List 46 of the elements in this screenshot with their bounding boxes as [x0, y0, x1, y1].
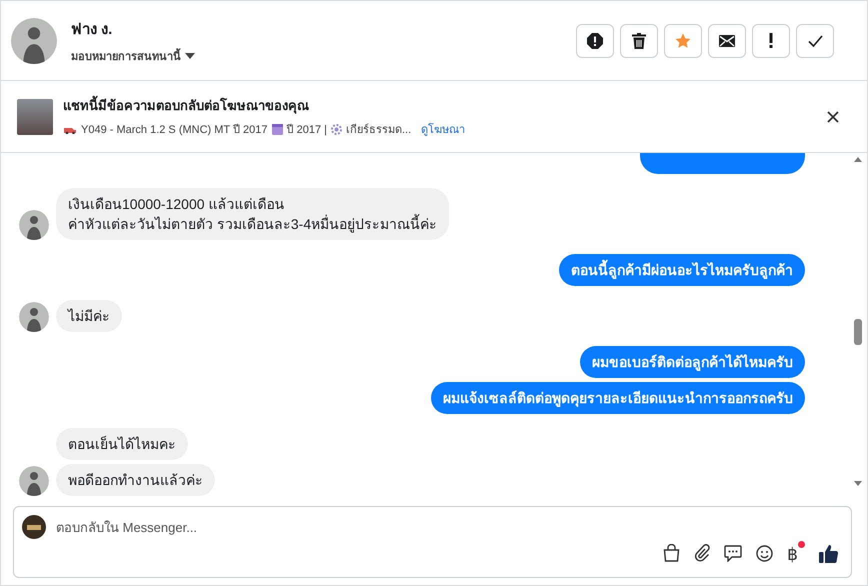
mark-unread-button[interactable]: [708, 24, 746, 58]
shop-button[interactable]: [663, 544, 680, 562]
message-bubble: ผมแจ้งเซลล์ติดต่อพูดคุยรายละเอียดแนะนำการออกรถครับ: [431, 382, 805, 414]
profile-avatar: [11, 18, 57, 64]
contact-name: ฟาง ง.: [71, 20, 114, 40]
message-bubble: ผมขอเบอร์ติดต่อลูกค้าได้ไหมครับ: [580, 346, 805, 378]
star-icon: [675, 32, 691, 48]
paperclip-icon: [694, 544, 710, 562]
thumbs-up-icon: [819, 544, 839, 562]
shopping-bag-icon: [663, 544, 680, 562]
like-button[interactable]: [819, 544, 839, 562]
gear-icon: [330, 124, 342, 134]
important-button[interactable]: [752, 24, 790, 58]
reply-input-field[interactable]: ตอบกลับใน Messenger...: [56, 520, 839, 534]
saved-replies-button[interactable]: [724, 544, 742, 562]
chat-bubble-icon: [724, 544, 742, 562]
ad-year-text: ปี 2017 |: [286, 122, 327, 138]
ad-reply-title: แชทนี้มีข้อความตอบกลับต่อโฆษณาของคุณ: [63, 95, 827, 116]
envelope-icon: [719, 34, 735, 46]
ad-gear-text: เกียร์ธรรมด...: [346, 122, 412, 138]
message-bubble: ไม่มีค่ะ: [56, 300, 122, 332]
message-bubble: ตอนเย็นได้ไหมคะ: [56, 428, 188, 460]
close-button[interactable]: [827, 110, 839, 122]
smiley-icon: [756, 544, 774, 562]
caret-icon: [185, 52, 195, 58]
calendar-icon: [272, 124, 283, 134]
done-button[interactable]: [796, 24, 834, 58]
attach-button[interactable]: [694, 544, 710, 562]
close-icon: [827, 110, 839, 122]
view-ad-link[interactable]: ดูโฆษณา: [421, 120, 466, 138]
emoji-button[interactable]: [756, 544, 774, 562]
message-bubble: พอดีออกทำงานแล้วค่ะ: [56, 464, 215, 496]
page-avatar: [22, 515, 46, 539]
delete-button[interactable]: [620, 24, 658, 58]
message-bubble: ตอนนี้ลูกค้ามีผ่อนอะไรไหมครับลูกค้า: [559, 254, 805, 286]
ad-photo-placeholder: [17, 98, 53, 134]
trash-icon: [632, 32, 646, 48]
assign-dropdown[interactable]: มอบหมายการสนทนานี้: [71, 46, 195, 64]
ad-model-text: Y049 - March 1.2 S (MNC) MT ปี 2017: [81, 122, 268, 138]
exclamation-icon: [769, 33, 773, 48]
star-button[interactable]: [664, 24, 702, 58]
checkmark-icon: [808, 34, 822, 46]
alert-octagon-icon: [587, 32, 603, 48]
report-spam-button[interactable]: [576, 24, 614, 58]
message-bubble: เงินเดือน10000-12000 แล้วแต่เดือน ค่าหัวแต่ละวันไม่ตายตัว รวมเดือนละ3-4หมื่นอยู่ประมาณนี้ค่ะ: [56, 188, 450, 240]
payment-button[interactable]: ฿: [787, 541, 805, 565]
